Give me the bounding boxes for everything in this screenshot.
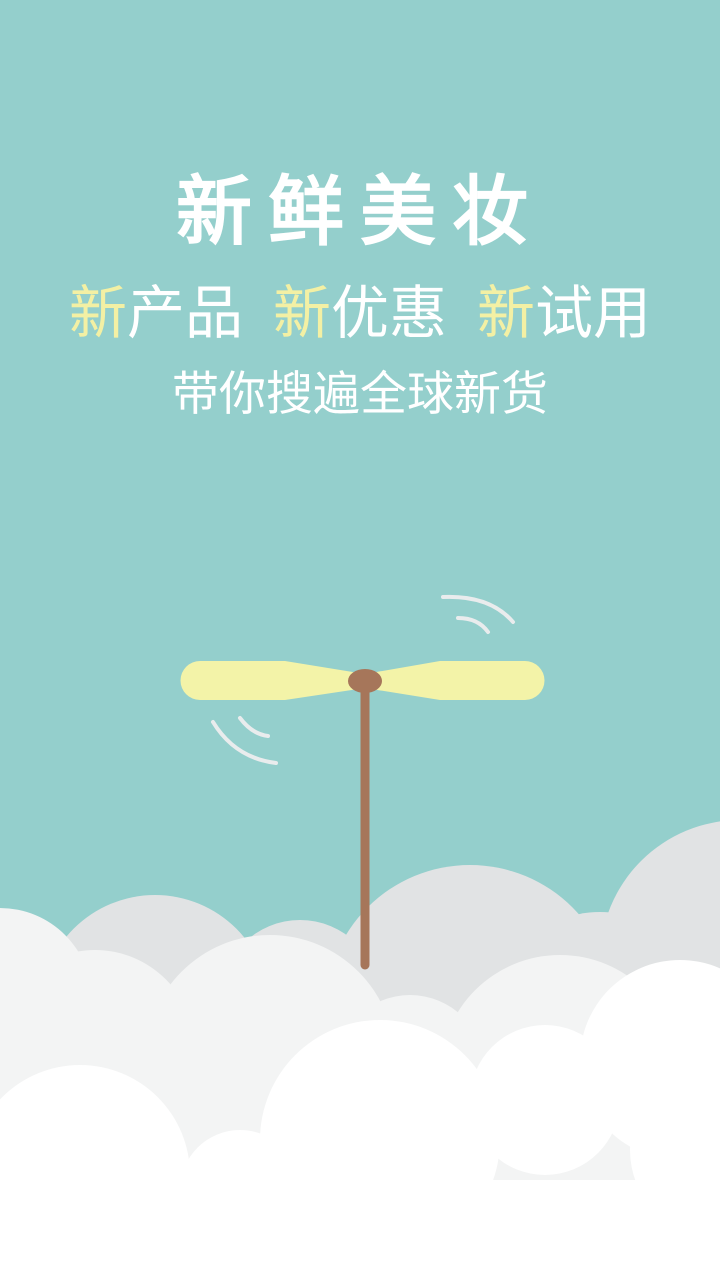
feature-label: 试用 [535, 279, 652, 347]
feature-new-trials: 新试用 [477, 266, 651, 350]
feature-row: 新产品 新优惠 新试用 [0, 266, 720, 350]
feature-new-products: 新产品 [69, 266, 243, 350]
splash-subtitle: 带你搜遍全球新货 [172, 367, 548, 422]
feature-highlight: 新 [477, 279, 536, 347]
splash-title: 新鲜美妆 [176, 167, 544, 256]
feature-highlight: 新 [68, 279, 127, 347]
feature-highlight: 新 [272, 279, 331, 347]
feature-new-offers: 新优惠 [273, 266, 447, 350]
feature-label: 产品 [126, 279, 243, 347]
feature-label: 优惠 [331, 279, 448, 347]
